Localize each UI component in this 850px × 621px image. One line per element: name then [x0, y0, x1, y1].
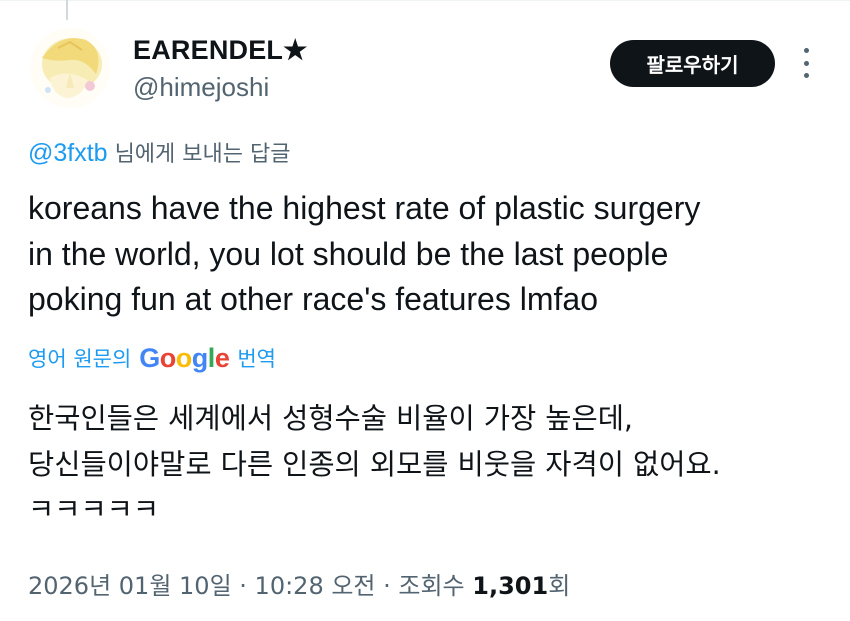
meta-separator: ·	[375, 572, 399, 600]
views-count[interactable]: 1,301	[472, 572, 548, 600]
reply-suffix: 님에게 보내는 답글	[107, 142, 291, 167]
more-vertical-icon[interactable]	[794, 48, 818, 78]
avatar[interactable]	[30, 28, 110, 108]
replying-to: @3fxtb 님에게 보내는 답글	[28, 136, 290, 168]
thread-connector-line	[66, 0, 68, 20]
top-divider	[0, 0, 850, 1]
avatar-image	[30, 28, 110, 108]
follow-button[interactable]: 팔로우하기	[610, 40, 775, 87]
translation-attribution: 영어 원문의 Google 번역	[28, 340, 276, 376]
tweet-text-line: koreans have the highest rate of plastic…	[28, 190, 701, 226]
author-display-name[interactable]: EARENDEL★	[133, 35, 308, 66]
tweet-text-line: in the world, you lot should be the last…	[28, 235, 669, 272]
tweet-text: koreans have the highest rate of plastic…	[28, 186, 828, 323]
translation-label[interactable]: 번역	[237, 343, 276, 373]
translated-text-line: 한국인들은 세계에서 성형수술 비율이 가장 높은데,	[28, 402, 633, 435]
translated-text-line: ㅋㅋㅋㅋㅋ	[28, 493, 160, 526]
tweet-text-line: poking fun at other race's features lmfa…	[28, 281, 598, 317]
author-handle[interactable]: @himejoshi	[133, 72, 269, 103]
translated-text: 한국인들은 세계에서 성형수술 비율이 가장 높은데, 당신들이야말로 다른 인…	[28, 396, 828, 533]
google-logo: Google	[139, 342, 230, 373]
translation-prefix: 영어 원문의	[28, 347, 132, 371]
views-suffix: 회	[548, 572, 571, 600]
translated-text-line: 당신들이야말로 다른 인종의 외모를 비웃을 자격이 없어요.	[28, 447, 721, 481]
views-label: 조회수	[398, 572, 473, 600]
meta-separator: ·	[231, 572, 255, 600]
tweet-date[interactable]: 2026년 01월 10일	[28, 572, 232, 600]
reply-mention-link[interactable]: @3fxtb	[28, 139, 108, 167]
more-icon-dot	[803, 73, 809, 78]
more-icon-dot	[803, 48, 809, 53]
more-icon-dot	[803, 60, 809, 66]
tweet-meta: 2026년 01월 10일 · 10:28 오전 · 조회수 1,301회	[28, 566, 570, 601]
tweet-time[interactable]: 10:28 오전	[255, 572, 376, 600]
